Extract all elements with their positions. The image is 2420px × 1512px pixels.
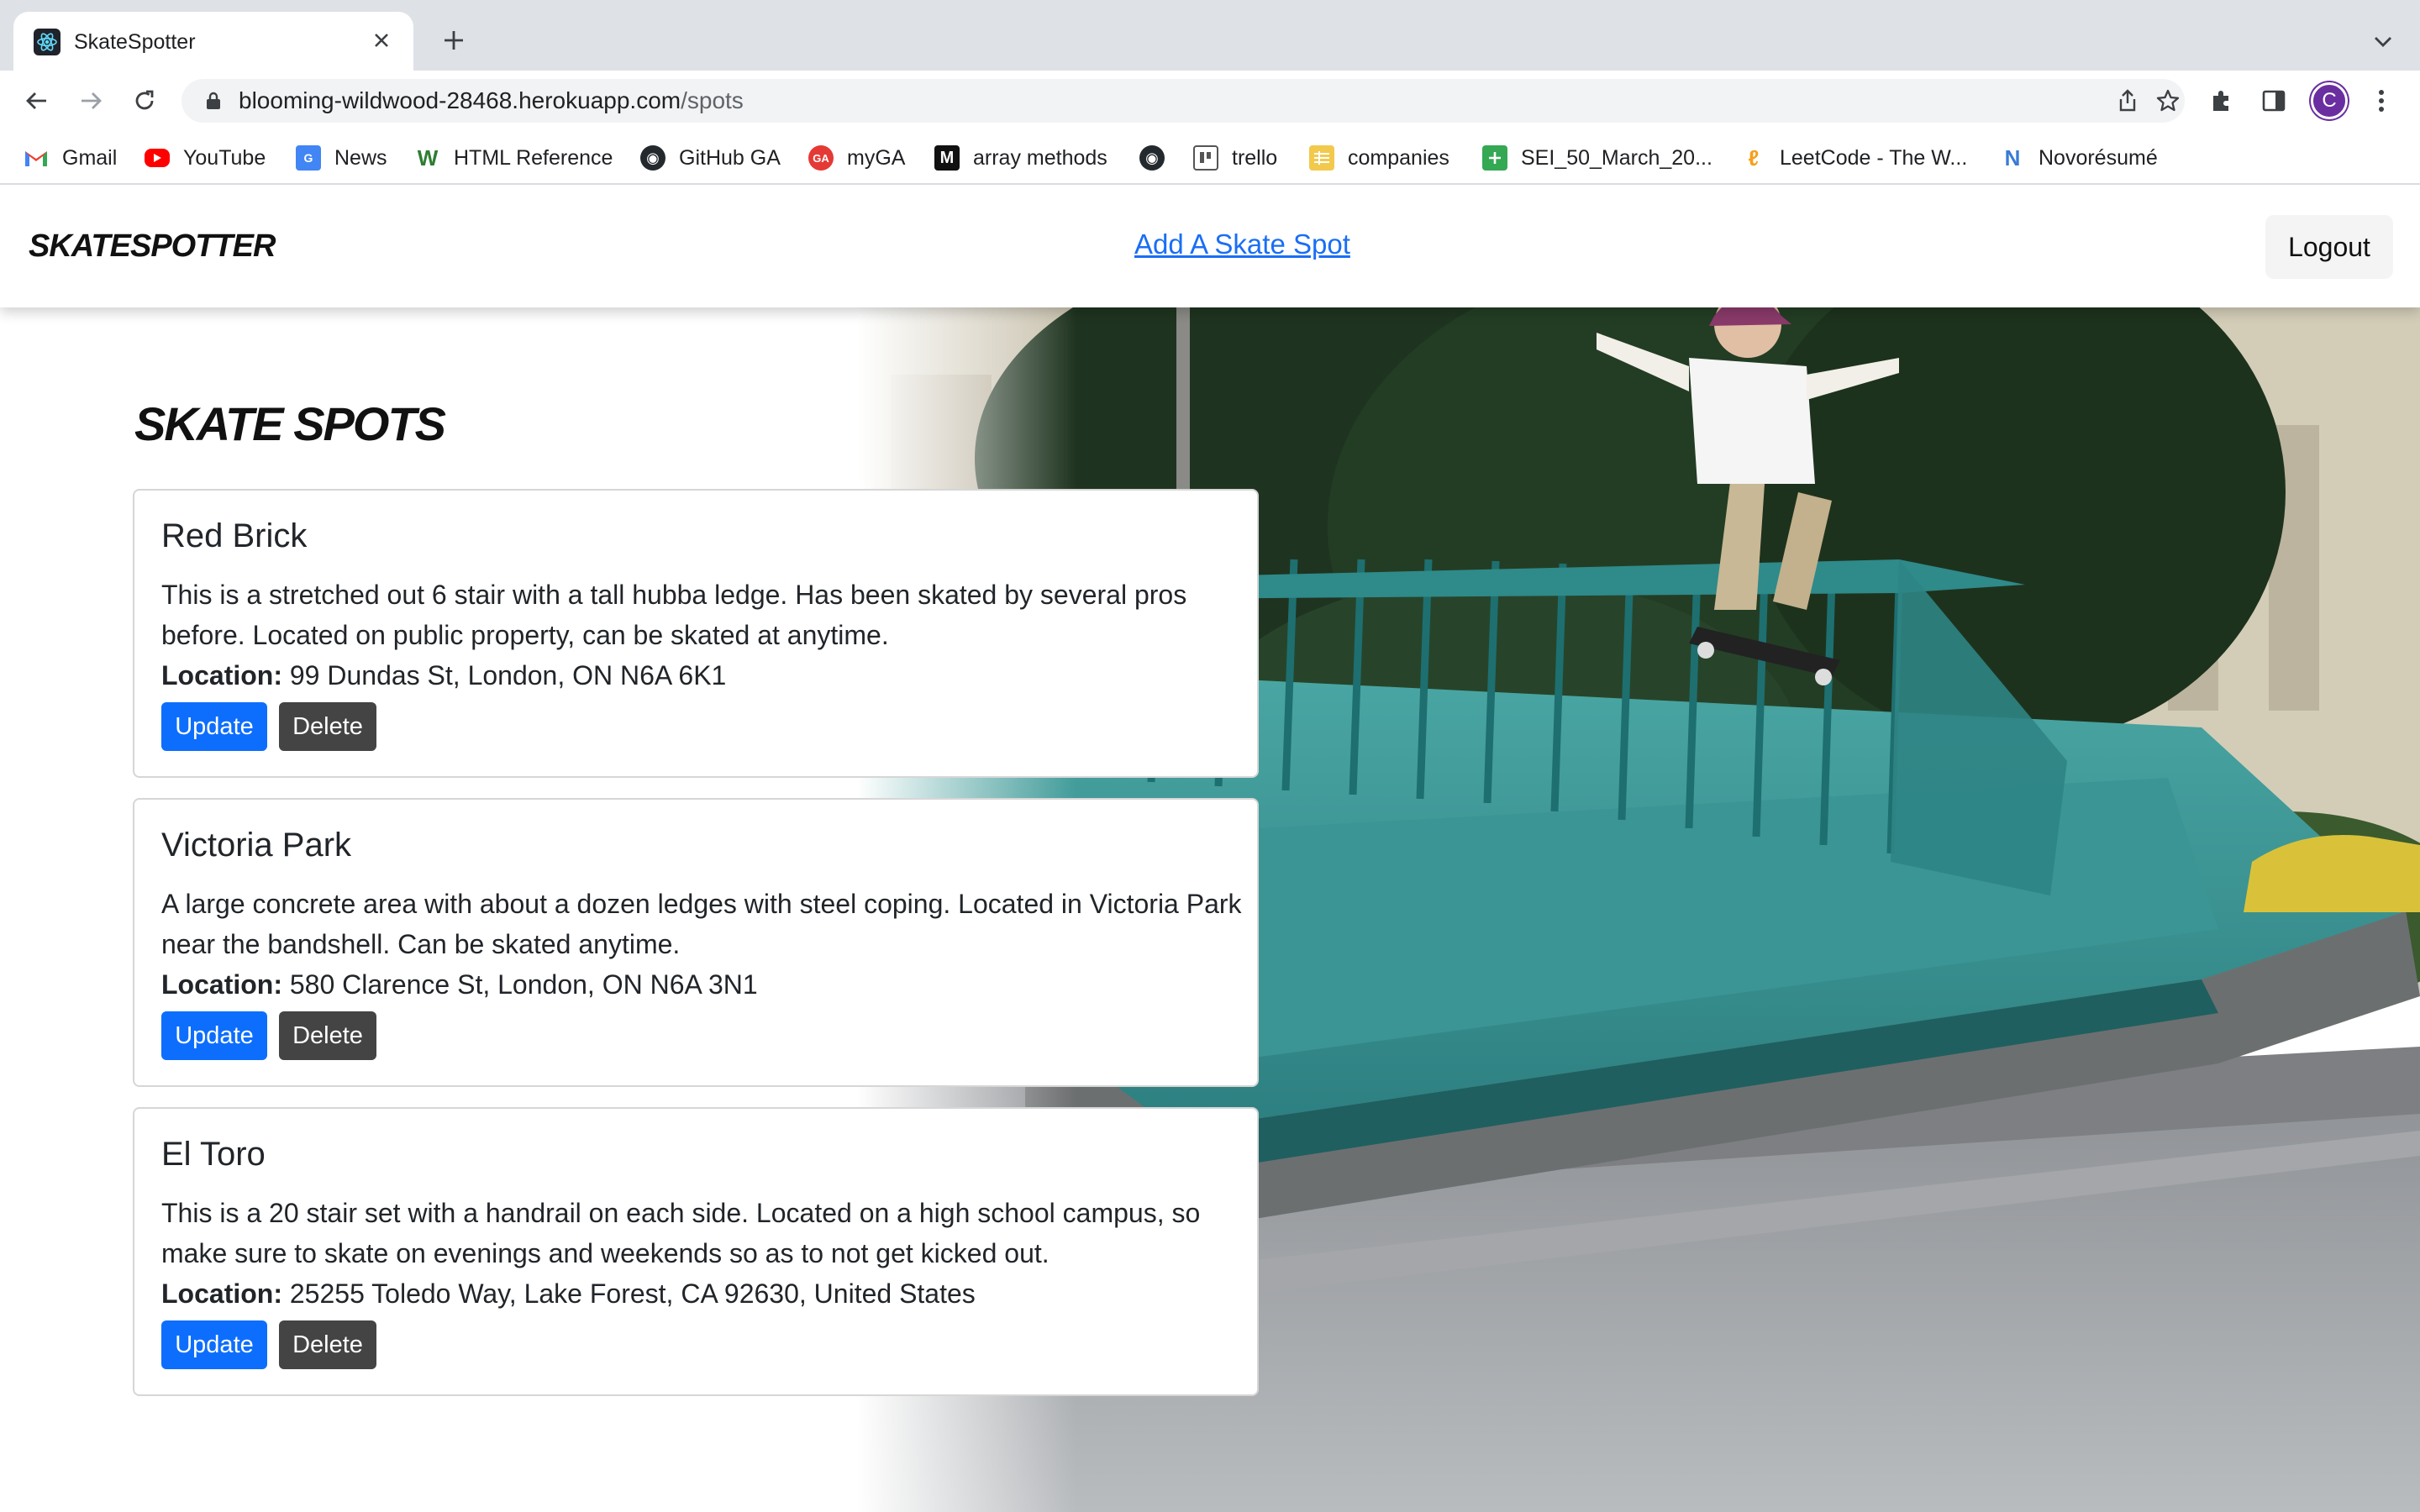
spot-location: Location: 25255 Toledo Way, Lake Forest,… [161, 1273, 976, 1314]
spot-description: This is a 20 stair set with a handrail o… [161, 1198, 1201, 1268]
novoresume-icon: N [2004, 144, 2021, 171]
location-label: Location: [161, 969, 282, 1000]
logout-button[interactable]: Logout [2265, 215, 2393, 279]
browser-toolbar: blooming-wildwood-28468.herokuapp.com/sp… [0, 71, 2420, 131]
bookmark-youtube[interactable]: YouTube [145, 143, 266, 173]
spot-description: A large concrete area with about a dozen… [161, 889, 1242, 959]
spot-card: Victoria Park A large concrete area with… [133, 798, 1259, 1087]
react-icon [34, 29, 60, 55]
bookmark-html-reference[interactable]: W HTML Reference [415, 143, 613, 173]
spot-card: El Toro This is a 20 stair set with a ha… [133, 1107, 1259, 1396]
bookmark-companies[interactable]: companies [1309, 143, 1449, 173]
back-icon[interactable] [18, 82, 55, 119]
page-title: SKATE SPOTS [134, 397, 446, 450]
bookmark-label: News [334, 145, 387, 170]
bookmark-label: trello [1232, 145, 1278, 170]
bookmark-github[interactable]: ◉ [1139, 143, 1165, 173]
bookmark-trello[interactable]: trello [1193, 143, 1277, 173]
spot-name: Red Brick [161, 517, 308, 554]
spot-name: Victoria Park [161, 827, 352, 864]
ga-icon: GA [808, 145, 834, 171]
chevron-down-icon[interactable] [2366, 25, 2400, 59]
spot-description: This is a stretched out 6 stair with a t… [161, 580, 1187, 650]
w3-icon: W [417, 144, 439, 171]
star-icon[interactable] [2153, 86, 2183, 116]
bookmark-label: HTML Reference [454, 145, 613, 170]
menu-kebab-icon[interactable] [2363, 82, 2400, 119]
google-sheets-icon [1482, 145, 1507, 171]
spot-location: Location: 580 Clarence St, London, ON N6… [161, 964, 758, 1005]
location-value: 580 Clarence St, London, ON N6A 3N1 [289, 969, 758, 1000]
bookmark-label: Gmail [62, 145, 118, 170]
bookmark-label: YouTube [183, 145, 266, 170]
extensions-icon[interactable] [2203, 82, 2240, 119]
page-viewport: SKATESPOTTER Add A Skate Spot Logout SKA… [0, 186, 2420, 1512]
update-button[interactable]: Update [161, 702, 267, 751]
side-panel-icon[interactable] [2255, 82, 2292, 119]
bookmark-gmail[interactable]: Gmail [24, 143, 117, 173]
tab-title: SkateSpotter [74, 30, 196, 54]
url-text: blooming-wildwood-28468.herokuapp.com/sp… [239, 87, 744, 114]
delete-button[interactable]: Delete [279, 702, 376, 751]
forward-icon[interactable] [72, 82, 109, 119]
address-bar[interactable]: blooming-wildwood-28468.herokuapp.com/sp… [182, 79, 2185, 123]
trello-icon [1193, 145, 1218, 171]
bookmark-label: SEI_50_March_20... [1521, 145, 1712, 170]
bookmark-label: companies [1348, 145, 1449, 170]
close-icon[interactable] [366, 25, 397, 55]
tab-strip: SkateSpotter [0, 0, 2420, 71]
leetcode-icon: ℓ [1748, 144, 1760, 171]
reload-icon[interactable] [126, 82, 163, 119]
delete-button[interactable]: Delete [279, 1320, 376, 1369]
add-skate-spot-link[interactable]: Add A Skate Spot [1134, 228, 1350, 260]
bookmark-sei[interactable]: SEI_50_March_20... [1482, 143, 1712, 173]
bookmark-novoresume[interactable]: N Novorésumé [2000, 143, 2158, 173]
spot-location: Location: 99 Dundas St, London, ON N6A 6… [161, 655, 726, 696]
bookmark-label: Novorésumé [2039, 145, 2158, 170]
delete-button[interactable]: Delete [279, 1011, 376, 1060]
location-label: Location: [161, 660, 282, 690]
location-value: 99 Dundas St, London, ON N6A 6K1 [289, 660, 727, 690]
lock-icon [207, 92, 220, 109]
github-icon: ◉ [640, 145, 666, 171]
location-value: 25255 Toledo Way, Lake Forest, CA 92630,… [289, 1278, 976, 1309]
update-button[interactable]: Update [161, 1320, 267, 1369]
gmail-icon [24, 145, 49, 171]
new-tab-icon[interactable] [437, 24, 471, 57]
brand-logo[interactable]: SKATESPOTTER [29, 228, 276, 265]
spot-name: El Toro [161, 1136, 266, 1173]
location-label: Location: [161, 1278, 282, 1309]
browser-tab[interactable]: SkateSpotter [13, 12, 413, 71]
site-navbar: SKATESPOTTER Add A Skate Spot Logout [0, 186, 2420, 307]
url-path: /spots [681, 87, 744, 113]
bookmark-label: GitHub GA [679, 145, 781, 170]
bookmark-label: myGA [847, 145, 906, 170]
bookmark-github-ga[interactable]: ◉ GitHub GA [640, 143, 781, 173]
bookmark-myga[interactable]: GA myGA [808, 143, 905, 173]
sheet-icon [1309, 145, 1334, 171]
bookmarks-bar: Gmail YouTube G News W HTML Reference ◉ Git… [0, 131, 2420, 185]
url-host: blooming-wildwood-28468.herokuapp.com [239, 87, 681, 113]
bookmark-label: array methods [973, 145, 1107, 170]
mdn-icon: M [934, 145, 960, 171]
profile-avatar[interactable]: C [2311, 82, 2348, 119]
spot-card: Red Brick This is a stretched out 6 stai… [133, 489, 1259, 778]
google-news-icon: G [296, 145, 321, 171]
update-button[interactable]: Update [161, 1011, 267, 1060]
github-icon: ◉ [1139, 145, 1165, 171]
bookmark-leetcode[interactable]: ℓ LeetCode - The W... [1741, 143, 1968, 173]
share-icon[interactable] [2112, 86, 2143, 116]
bookmark-news[interactable]: G News [296, 143, 387, 173]
bookmark-array-methods[interactable]: Marray methods [934, 143, 1107, 173]
youtube-icon [145, 149, 170, 167]
bookmark-label: LeetCode - The W... [1780, 145, 1968, 170]
